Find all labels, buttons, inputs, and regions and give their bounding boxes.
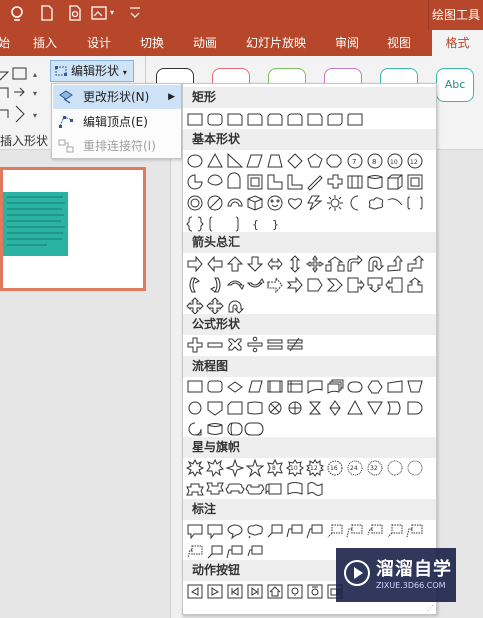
- shape-row-basic-4[interactable]: { }: [186, 214, 426, 234]
- text-line: [7, 196, 63, 198]
- shape-row-arrows-1[interactable]: [186, 254, 426, 274]
- edit-shape-icon: [55, 66, 67, 76]
- watermark-logo: 溜溜自学 ZIXUE.3D66.COM: [336, 548, 456, 602]
- edit-shape-menu: 更改形状(N) ▶ 编辑顶点(E) 重排连接符(I): [51, 83, 182, 159]
- text-line: [7, 214, 64, 216]
- text-line: [7, 202, 65, 204]
- text-line: [7, 220, 61, 222]
- category-basic-shapes: 基本形状: [183, 129, 436, 150]
- category-rectangles: 矩形: [183, 87, 436, 108]
- shape-row-arrows-2[interactable]: [186, 275, 426, 295]
- svg-text:8: 8: [372, 158, 376, 166]
- ribbon-tab-bar: 始 插入 设计 切换 动画 幻灯片放映 审阅 视图 格式: [0, 30, 483, 56]
- print-preview-icon[interactable]: [66, 4, 84, 22]
- star-8-label: 8: [272, 465, 276, 472]
- svg-text:7: 7: [352, 158, 356, 166]
- change-shape-gallery: 矩形 基本形状 7 8 10 12 {} 箭头总汇 公式形状 流程图 星与旗帜…: [182, 83, 437, 615]
- watermark-subtitle: ZIXUE.3D66.COM: [376, 581, 446, 590]
- star-12-label: 12: [310, 465, 318, 472]
- shape-row-rectangles[interactable]: [186, 110, 426, 130]
- left-brace-shape[interactable]: {: [252, 218, 259, 231]
- insert-shapes-group-label: 插入形状: [0, 134, 49, 148]
- svg-text:▾: ▾: [33, 89, 37, 98]
- shape-style-text-sample[interactable]: Abc: [436, 68, 474, 102]
- submenu-arrow-icon: ▶: [168, 92, 175, 102]
- new-file-icon[interactable]: [38, 4, 56, 22]
- shape-row-flowchart-1[interactable]: [186, 377, 426, 397]
- shape-row-stars-1[interactable]: 8 10 12 16 24 32: [185, 458, 426, 478]
- menu-item-label: 更改形状(N): [83, 90, 150, 104]
- tab-home[interactable]: 始: [0, 30, 10, 56]
- slideshow-qat-icon[interactable]: [8, 4, 26, 22]
- text-line: [7, 238, 62, 240]
- customize-qat-icon[interactable]: [126, 4, 144, 22]
- shape-row-flowchart-2[interactable]: [186, 398, 426, 418]
- edit-shape-button[interactable]: 编辑形状 ▾: [50, 60, 134, 82]
- tab-slideshow[interactable]: 幻灯片放映: [246, 30, 306, 56]
- shape-row-basic-2[interactable]: [186, 172, 426, 192]
- menu-item-edit-points[interactable]: 编辑顶点(E): [53, 110, 181, 134]
- edit-shape-label: 编辑形状: [71, 64, 120, 78]
- text-line: [7, 226, 65, 228]
- edit-shape-chevron-icon: ▾: [122, 68, 127, 77]
- menu-item-label: 编辑顶点(E): [83, 115, 148, 129]
- svg-text:▴: ▴: [33, 70, 37, 79]
- edit-points-icon: [59, 116, 73, 128]
- right-brace-shape[interactable]: }: [272, 218, 279, 231]
- text-line: [7, 208, 62, 210]
- shape-row-callouts-1[interactable]: [186, 521, 426, 541]
- svg-text:12: 12: [410, 159, 418, 166]
- tab-review[interactable]: 审阅: [335, 30, 359, 56]
- insert-shapes-mini-gallery[interactable]: ▴ ▾ ▾: [0, 66, 46, 139]
- category-equation-shapes: 公式形状: [183, 314, 436, 335]
- play-logo-icon: [344, 560, 370, 586]
- text-line: [7, 232, 63, 234]
- star-32-label: 32: [370, 465, 378, 472]
- tab-transitions[interactable]: 切换: [140, 30, 164, 56]
- slide-thumbnail[interactable]: [0, 167, 146, 291]
- category-flowchart: 流程图: [183, 356, 436, 377]
- resize-grip-icon[interactable]: ⋰: [427, 604, 434, 612]
- shape-row-basic-1[interactable]: 7 8 10 12: [186, 151, 426, 171]
- change-shape-icon: [59, 90, 73, 104]
- tab-design[interactable]: 设计: [87, 30, 111, 56]
- star-24-label: 24: [350, 465, 358, 472]
- menu-item-reroute-connectors: 重排连接符(I): [53, 134, 181, 158]
- shape-row-equation[interactable]: [186, 335, 426, 355]
- menu-item-label: 重排连接符(I): [83, 139, 156, 153]
- category-arrows: 箭头总汇: [183, 232, 436, 253]
- svg-text:10: 10: [390, 159, 398, 166]
- shape-row-flowchart-3[interactable]: [186, 419, 426, 439]
- svg-text:▾: ▾: [33, 111, 37, 120]
- text-line: [7, 244, 47, 246]
- teal-text-shape[interactable]: [3, 192, 68, 256]
- image-icon[interactable]: [90, 4, 108, 22]
- star-16-label: 16: [330, 465, 338, 472]
- category-stars-banners: 星与旗帜: [183, 437, 436, 458]
- shape-row-banners[interactable]: [186, 479, 426, 499]
- tab-insert[interactable]: 插入: [33, 30, 57, 56]
- star-10-label: 10: [290, 465, 298, 472]
- menu-item-change-shape[interactable]: 更改形状(N) ▶: [53, 85, 181, 109]
- tab-format[interactable]: 格式: [432, 30, 483, 56]
- tab-view[interactable]: 视图: [387, 30, 411, 56]
- shape-row-arrows-3[interactable]: [186, 296, 426, 316]
- shape-row-basic-3[interactable]: [186, 193, 426, 213]
- pane-divider[interactable]: [170, 150, 182, 618]
- watermark-title: 溜溜自学: [376, 559, 452, 580]
- context-tab-group-title: 绘图工具: [428, 0, 483, 30]
- title-bar: ▾ 绘图工具: [0, 0, 483, 30]
- reroute-connectors-icon: [58, 139, 74, 153]
- category-callouts: 标注: [183, 499, 436, 520]
- tab-animations[interactable]: 动画: [193, 30, 217, 56]
